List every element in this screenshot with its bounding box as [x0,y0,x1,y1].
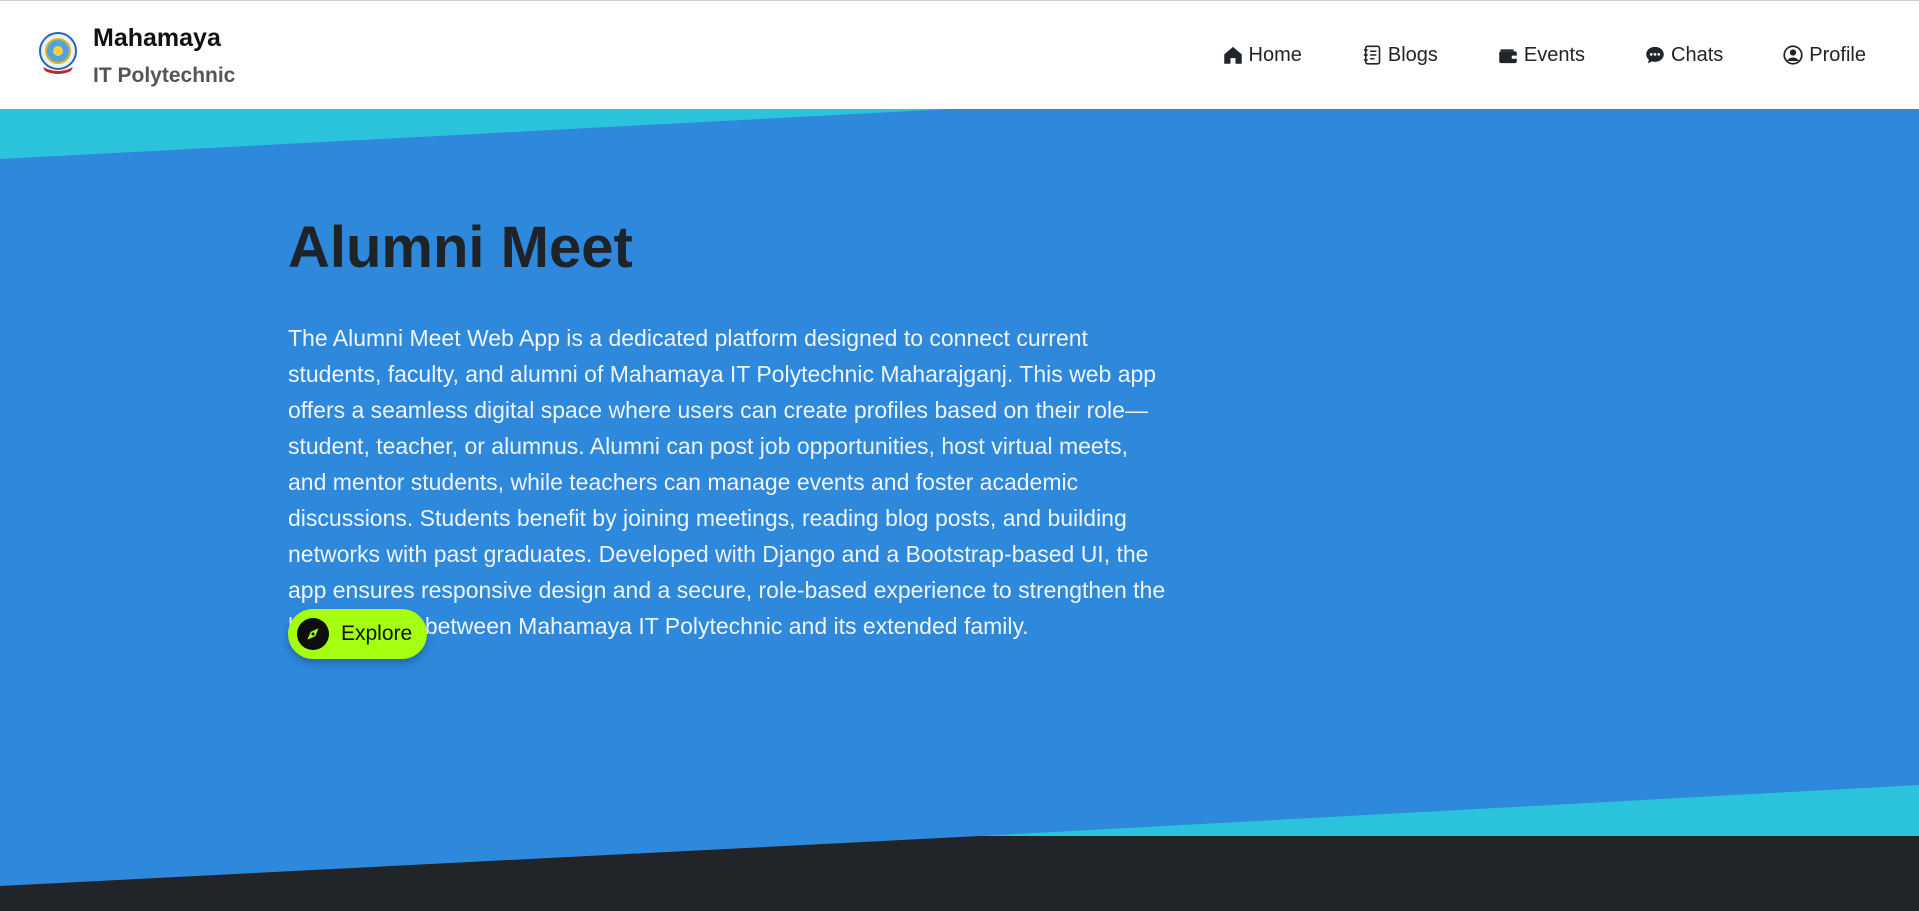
hero-content: Alumni Meet The Alumni Meet Web App is a… [288,212,1168,644]
hero-title: Alumni Meet [288,215,633,280]
compass-icon [297,618,329,650]
nav-blogs[interactable]: Blogs [1362,41,1438,69]
nav-profile[interactable]: Profile [1783,41,1866,69]
nav-chats-label: Chats [1671,44,1724,66]
main-nav: Home Blogs Events Chats Profile [1223,41,1866,69]
nav-home[interactable]: Home [1223,41,1302,69]
nav-chats[interactable]: Chats [1645,41,1723,69]
explore-button[interactable]: Explore [288,609,427,659]
nav-profile-label: Profile [1809,44,1866,66]
chat-dots-icon [1646,46,1664,64]
brand-subtitle: IT Polytechnic [93,64,236,87]
brand-title: Mahamaya [93,24,221,52]
college-emblem-logo [39,32,77,74]
nav-home-label: Home [1248,44,1302,66]
explore-label: Explore [341,622,413,645]
top-navbar: Mahamaya IT Polytechnic Home Blogs Event… [0,0,1919,109]
hero-section: Alumni Meet The Alumni Meet Web App is a… [0,109,1919,911]
brand[interactable]: Mahamaya IT Polytechnic [37,19,235,95]
journal-icon [1363,45,1381,65]
nav-events-label: Events [1523,44,1586,66]
nav-blogs-label: Blogs [1387,44,1438,66]
home-icon [1223,46,1242,64]
nav-events[interactable]: Events [1498,41,1585,69]
wallet-icon [1499,49,1517,64]
hero-description: The Alumni Meet Web App is a dedicated p… [288,325,1166,639]
person-circle-icon [1783,45,1803,65]
